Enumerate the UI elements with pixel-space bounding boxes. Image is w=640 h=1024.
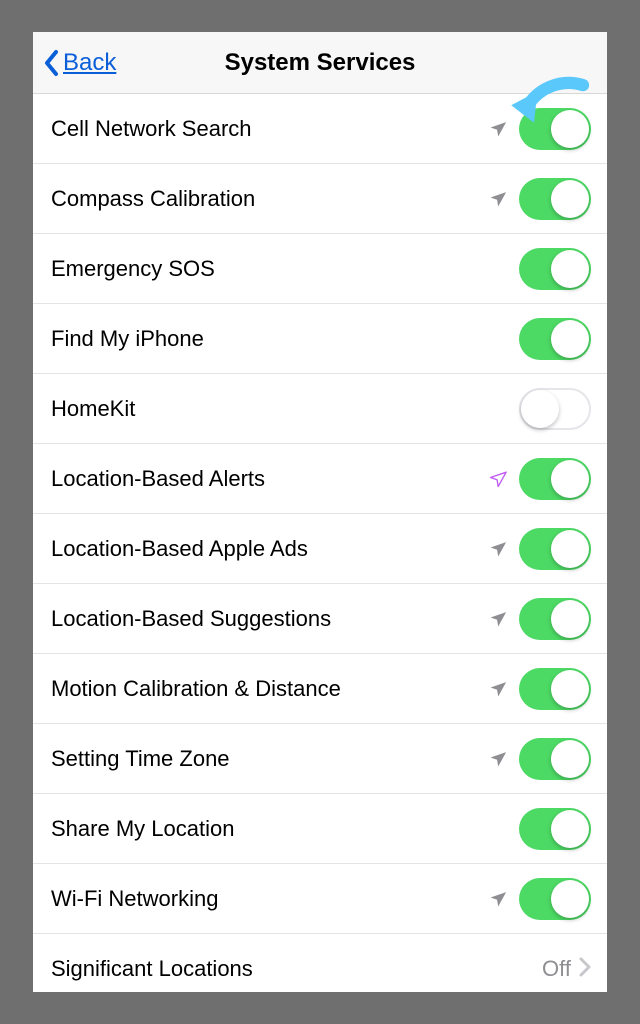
row-label: Motion Calibration & Distance (51, 676, 487, 702)
toggle-switch[interactable] (519, 668, 591, 710)
row-label: Location-Based Apple Ads (51, 536, 487, 562)
row-label: Wi-Fi Networking (51, 886, 487, 912)
chevron-right-icon (579, 957, 591, 982)
toggle-switch[interactable] (519, 108, 591, 150)
toggle-knob (551, 250, 589, 288)
nav-bar: Back System Services (33, 32, 607, 94)
row-label: Cell Network Search (51, 116, 487, 142)
toggle-switch[interactable] (519, 738, 591, 780)
toggle-knob (551, 180, 589, 218)
settings-row: Setting Time Zone (33, 724, 607, 794)
settings-row: Location-Based Apple Ads (33, 514, 607, 584)
back-label: Back (63, 49, 116, 77)
toggle-knob (551, 600, 589, 638)
row-label: Location-Based Suggestions (51, 606, 487, 632)
row-label: Share My Location (51, 816, 519, 842)
settings-list: Cell Network Search Compass Calibration … (33, 94, 607, 992)
row-label: Emergency SOS (51, 256, 519, 282)
location-arrow-icon (487, 888, 509, 910)
toggle-knob (551, 320, 589, 358)
toggle-knob (551, 810, 589, 848)
page-title: System Services (33, 49, 607, 77)
location-arrow-icon (487, 678, 509, 700)
settings-row: HomeKit (33, 374, 607, 444)
settings-row: Location-Based Suggestions (33, 584, 607, 654)
toggle-switch[interactable] (519, 528, 591, 570)
toggle-switch[interactable] (519, 598, 591, 640)
row-label: Compass Calibration (51, 186, 487, 212)
settings-row: Cell Network Search (33, 94, 607, 164)
toggle-switch[interactable] (519, 388, 591, 430)
row-label: Location-Based Alerts (51, 466, 487, 492)
settings-row: Emergency SOS (33, 234, 607, 304)
location-arrow-icon (487, 608, 509, 630)
location-arrow-icon (487, 118, 509, 140)
settings-row: Location-Based Alerts (33, 444, 607, 514)
row-detail: Off (542, 956, 571, 982)
row-label: HomeKit (51, 396, 519, 422)
row-label: Significant Locations (51, 956, 542, 982)
toggle-knob (521, 390, 559, 428)
settings-row: Compass Calibration (33, 164, 607, 234)
row-label: Find My iPhone (51, 326, 519, 352)
toggle-switch[interactable] (519, 878, 591, 920)
toggle-knob (551, 880, 589, 918)
location-arrow-icon (487, 748, 509, 770)
toggle-knob (551, 460, 589, 498)
back-chevron-icon (43, 49, 59, 77)
toggle-switch[interactable] (519, 808, 591, 850)
settings-row: Find My iPhone (33, 304, 607, 374)
toggle-knob (551, 670, 589, 708)
toggle-switch[interactable] (519, 178, 591, 220)
toggle-switch[interactable] (519, 248, 591, 290)
settings-row[interactable]: Significant LocationsOff (33, 934, 607, 992)
location-arrow-icon (487, 538, 509, 560)
location-arrow-icon (487, 188, 509, 210)
toggle-switch[interactable] (519, 458, 591, 500)
location-arrow-icon (487, 468, 509, 490)
toggle-knob (551, 110, 589, 148)
settings-row: Wi-Fi Networking (33, 864, 607, 934)
toggle-knob (551, 530, 589, 568)
toggle-knob (551, 740, 589, 778)
settings-row: Share My Location (33, 794, 607, 864)
back-button[interactable]: Back (33, 49, 116, 77)
settings-row: Motion Calibration & Distance (33, 654, 607, 724)
settings-screen: Back System Services Cell Network Search… (33, 32, 607, 992)
toggle-switch[interactable] (519, 318, 591, 360)
row-label: Setting Time Zone (51, 746, 487, 772)
